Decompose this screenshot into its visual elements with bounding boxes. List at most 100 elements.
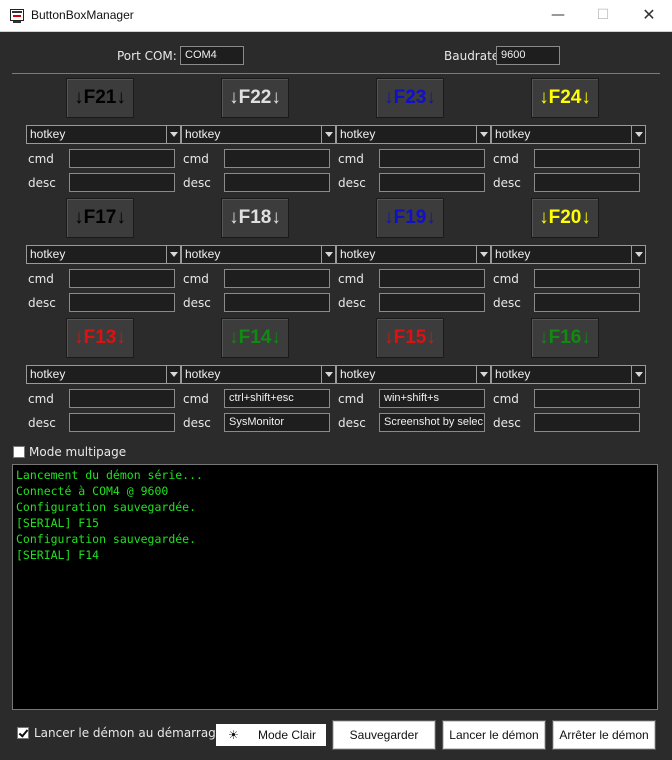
cmd-field[interactable]: [224, 269, 330, 288]
action-type-value: hotkey: [495, 247, 531, 261]
action-type-select[interactable]: hotkey: [336, 245, 491, 264]
action-type-value: hotkey: [340, 367, 376, 381]
action-type-select[interactable]: hotkey: [181, 365, 336, 384]
fkey-button[interactable]: ↓F22↓: [221, 78, 289, 118]
desc-field[interactable]: [379, 293, 485, 312]
fkey-button[interactable]: ↓F13↓: [66, 318, 134, 358]
autostart-checkbox[interactable]: [17, 727, 29, 739]
chevron-down-icon[interactable]: [476, 366, 490, 383]
action-type-select[interactable]: hotkey: [181, 245, 336, 264]
chevron-down-icon[interactable]: [166, 246, 180, 263]
multipage-label: Mode multipage: [29, 445, 127, 459]
action-type-value: hotkey: [30, 127, 66, 141]
action-type-select[interactable]: hotkey: [491, 125, 646, 144]
action-type-select[interactable]: hotkey: [491, 365, 646, 384]
desc-field[interactable]: [534, 293, 640, 312]
chevron-down-icon[interactable]: [166, 366, 180, 383]
desc-field[interactable]: [224, 173, 330, 192]
action-type-select[interactable]: hotkey: [491, 245, 646, 264]
chevron-down-icon[interactable]: [476, 126, 490, 143]
console-line: [SERIAL] F14: [16, 548, 100, 562]
chevron-down-icon[interactable]: [321, 126, 335, 143]
action-type-value: hotkey: [340, 247, 376, 261]
action-type-value: hotkey: [340, 127, 376, 141]
chevron-down-icon[interactable]: [631, 126, 645, 143]
desc-field[interactable]: [534, 173, 640, 192]
action-type-select[interactable]: hotkey: [181, 125, 336, 144]
fkey-button[interactable]: ↓F20↓: [531, 198, 599, 238]
chevron-down-icon[interactable]: [166, 126, 180, 143]
start-daemon-button[interactable]: Lancer le démon: [442, 720, 546, 750]
desc-field[interactable]: [379, 173, 485, 192]
console-line: Lancement du démon série...: [16, 468, 203, 482]
cmd-field[interactable]: [534, 149, 640, 168]
chevron-down-icon[interactable]: [321, 366, 335, 383]
fkey-button[interactable]: ↓F24↓: [531, 78, 599, 118]
cmd-field[interactable]: [69, 269, 175, 288]
fkey-button[interactable]: ↓F17↓: [66, 198, 134, 238]
fkey-button[interactable]: ↓F16↓: [531, 318, 599, 358]
app-icon: [10, 9, 24, 23]
console-output[interactable]: Lancement du démon série... Connecté à CO…: [12, 464, 658, 710]
desc-field[interactable]: [224, 293, 330, 312]
desc-field[interactable]: SysMonitor: [224, 413, 330, 432]
chevron-down-icon[interactable]: [631, 366, 645, 383]
baudrate-field[interactable]: 9600: [496, 46, 560, 65]
cmd-field[interactable]: [534, 269, 640, 288]
desc-field[interactable]: [534, 413, 640, 432]
cmd-field[interactable]: ctrl+shift+esc: [224, 389, 330, 408]
fkey-button[interactable]: ↓F15↓: [376, 318, 444, 358]
cmd-field[interactable]: [379, 269, 485, 288]
port-com-field[interactable]: COM4: [180, 46, 244, 65]
cmd-label: cmd: [28, 152, 54, 166]
action-type-select[interactable]: hotkey: [26, 245, 181, 264]
desc-field[interactable]: [69, 293, 175, 312]
save-button[interactable]: Sauvegarder: [332, 720, 436, 750]
desc-field[interactable]: [69, 413, 175, 432]
port-com-label: Port COM:: [117, 49, 177, 63]
desc-label: desc: [28, 416, 56, 430]
fkey-button[interactable]: ↓F21↓: [66, 78, 134, 118]
console-line: Configuration sauvegardée.: [16, 532, 197, 546]
fkey-button[interactable]: ↓F19↓: [376, 198, 444, 238]
desc-label: desc: [183, 176, 211, 190]
desc-label: desc: [338, 416, 366, 430]
autostart-label: Lancer le démon au démarrage: [34, 726, 224, 740]
cmd-field[interactable]: [379, 149, 485, 168]
desc-label: desc: [493, 296, 521, 310]
close-icon[interactable]: ✕: [626, 0, 672, 31]
cmd-label: cmd: [183, 152, 209, 166]
sun-icon: ☀: [228, 728, 239, 742]
chevron-down-icon[interactable]: [476, 246, 490, 263]
cmd-field[interactable]: [69, 389, 175, 408]
fkey-button[interactable]: ↓F18↓: [221, 198, 289, 238]
mode-clair-label: Mode Clair: [258, 728, 317, 742]
cmd-label: cmd: [28, 392, 54, 406]
stop-daemon-button[interactable]: Arrêter le démon: [552, 720, 656, 750]
cmd-field[interactable]: [69, 149, 175, 168]
fkey-button[interactable]: ↓F23↓: [376, 78, 444, 118]
action-type-value: hotkey: [30, 367, 66, 381]
cmd-label: cmd: [493, 152, 519, 166]
cmd-field[interactable]: [534, 389, 640, 408]
action-type-value: hotkey: [185, 127, 221, 141]
console-line: Connecté à COM4 @ 9600: [16, 484, 169, 498]
action-type-select[interactable]: hotkey: [26, 365, 181, 384]
fkey-button[interactable]: ↓F14↓: [221, 318, 289, 358]
desc-label: desc: [183, 416, 211, 430]
desc-field[interactable]: Screenshot by selec: [379, 413, 485, 432]
cmd-field[interactable]: [224, 149, 330, 168]
action-type-select[interactable]: hotkey: [336, 365, 491, 384]
mode-clair-button[interactable]: ☀ Mode Clair: [216, 724, 326, 746]
chevron-down-icon[interactable]: [631, 246, 645, 263]
desc-label: desc: [493, 416, 521, 430]
cmd-field[interactable]: win+shift+s: [379, 389, 485, 408]
minimize-icon[interactable]: —: [535, 0, 581, 31]
desc-label: desc: [183, 296, 211, 310]
action-type-select[interactable]: hotkey: [336, 125, 491, 144]
desc-field[interactable]: [69, 173, 175, 192]
action-type-select[interactable]: hotkey: [26, 125, 181, 144]
multipage-checkbox[interactable]: [13, 446, 25, 458]
maximize-icon[interactable]: ☐: [580, 0, 626, 31]
chevron-down-icon[interactable]: [321, 246, 335, 263]
